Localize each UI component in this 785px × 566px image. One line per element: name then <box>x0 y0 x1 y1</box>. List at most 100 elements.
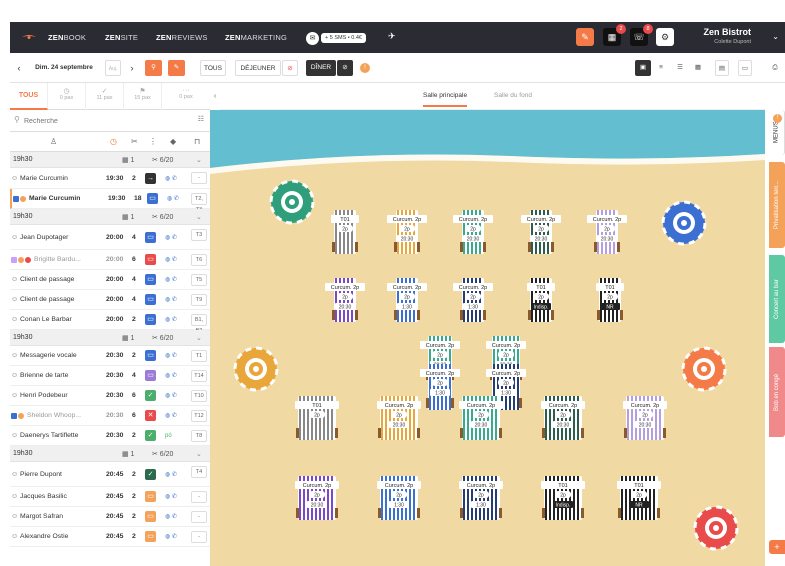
pin-icon[interactable]: ✈ <box>388 31 396 42</box>
add-event-button[interactable]: + <box>769 540 785 554</box>
tab-seated[interactable]: ⚑ 15 pax <box>124 83 162 110</box>
table-assignment[interactable]: T5 <box>191 274 207 286</box>
guest-name[interactable]: Alexandre Ostie <box>20 527 68 546</box>
next-day-button[interactable]: › <box>127 60 137 76</box>
clock-sort-icon[interactable]: ◷ <box>110 137 117 146</box>
table-row[interactable]: Sheldon Whoop... 20:30 6 ✕ ◍ ✆ T12 <box>10 406 210 426</box>
guest-name[interactable]: Brigitte Bardu... <box>34 250 81 269</box>
tab-salle-du-fond[interactable]: Salle du fond <box>494 92 532 99</box>
deckchair-10[interactable]: T01 2p NR <box>596 278 624 322</box>
table-assignment[interactable]: T14 <box>191 370 207 382</box>
table-row[interactable]: ☺ Jean Dupotager 20:00 4 ▭ ◍ ✆ T3 <box>10 225 210 250</box>
table-assignment[interactable]: T9 <box>191 294 207 306</box>
list-view-icon[interactable]: ☰ <box>673 60 687 76</box>
nav-zenmarketing[interactable]: ZENMARKETING <box>225 22 287 53</box>
calendar-view-icon[interactable]: ▦ <box>691 60 705 76</box>
guest-name[interactable]: Client de passage <box>20 290 74 309</box>
info-icon[interactable]: ! <box>360 63 370 73</box>
table-assignment[interactable]: T8 <box>191 430 207 442</box>
table-assignment[interactable]: - <box>191 531 207 543</box>
guest-name[interactable]: Henri Podebeur <box>20 386 68 405</box>
block-diner-icon[interactable]: ⊘ <box>337 60 353 76</box>
side-tab-4[interactable]: Bob en congé <box>769 347 785 437</box>
chevron-down-icon[interactable]: ⌄ <box>196 152 202 167</box>
nav-zensite[interactable]: ZENSITE <box>105 22 138 53</box>
chevron-down-icon[interactable]: ⌄ <box>196 446 202 461</box>
table-assignment[interactable]: T6 <box>191 254 207 266</box>
deckchair-21[interactable]: Curcum. 2p 2p 1:30 <box>377 476 421 520</box>
guest-name[interactable]: Daenerys Tartiflette <box>20 426 78 445</box>
chevron-down-icon[interactable]: ⌄ <box>772 32 779 41</box>
notes-icon[interactable]: ▤ <box>715 60 729 76</box>
service-group-header[interactable]: 19h30 ▦ 1 ✂ 6/20 ⌄ <box>10 209 210 225</box>
status-button[interactable]: ▭ <box>145 511 156 522</box>
table-icon[interactable]: ⊓ <box>194 137 200 146</box>
warning-icon[interactable]: ! <box>773 114 782 123</box>
table-assignment[interactable]: T1 <box>191 350 207 362</box>
guest-name[interactable]: Client de passage <box>20 270 74 289</box>
table-assignment[interactable]: B1, B2 <box>191 314 207 334</box>
deckchair-17[interactable]: Curcum. 2p 2p 20:30 <box>459 396 503 440</box>
guest-name[interactable]: Jean Dupotager <box>20 225 68 249</box>
table-row[interactable]: ☺ Client de passage 20:00 4 ▭ ◍ ✆ T9 <box>10 290 210 310</box>
nav-zenreviews[interactable]: ZENREVIEWS <box>156 22 208 53</box>
tab-pending[interactable]: ◷ 0 pax <box>48 83 86 110</box>
guest-name[interactable]: Sheldon Whoop... <box>27 406 81 425</box>
table-row[interactable]: ☺ Client de passage 20:00 4 ▭ ◍ ✆ T5 <box>10 270 210 290</box>
status-button[interactable]: ▭ <box>145 294 156 305</box>
deckchair-5[interactable]: Curcum. 2p 2p 20:30 <box>587 210 627 254</box>
deckchair-1[interactable]: T01 2p <box>331 210 359 254</box>
deckchair-16[interactable]: Curcum. 2p 2p 20:30 <box>377 396 421 440</box>
table-row[interactable]: ☺ Marie Curcumin 19:30 2 → ◍ ✆ - <box>10 168 210 189</box>
guest-name[interactable]: Margot Safran <box>20 507 63 526</box>
status-button[interactable]: ▭ <box>145 314 156 325</box>
status-button[interactable]: ✓ <box>145 430 156 441</box>
deckchair-6[interactable]: Curcum. 2p 2p 20:30 <box>325 278 365 322</box>
timeline-view-icon[interactable]: ≡ <box>654 60 668 76</box>
person-icon[interactable]: ♙ <box>50 137 57 146</box>
side-tab-2[interactable]: Privatisation terr... <box>769 162 785 248</box>
deckchair-9[interactable]: T01 2p Indisp. <box>527 278 555 322</box>
table-row[interactable]: ☺Conan Le Barbar 20:00 2 ▭ ◍ ✆ B1, B2 <box>10 310 210 334</box>
service-group-header[interactable]: 19h30 ▦ 1 ✂ 6/20 ⌄ <box>10 446 210 462</box>
deckchair-19[interactable]: Curcum. 2p 2p 20:30 <box>623 396 667 440</box>
filter-diner-button[interactable]: DÎNER <box>306 60 336 76</box>
table-row[interactable]: ☺ Alexandre Ostie 20:45 2 ▭ ◍ ✆ - <box>10 527 210 547</box>
guest-name[interactable]: Marie Curcumin <box>20 168 68 188</box>
deckchair-2[interactable]: Curcum. 2p 2p 20:30 <box>387 210 427 254</box>
covers-icon[interactable]: ✂ <box>131 137 138 146</box>
deckchair-15[interactable]: T01 2p <box>295 396 339 440</box>
status-button[interactable]: ▭ <box>145 274 156 285</box>
deckchair-7[interactable]: Curcum. 2p 2p 1:30 <box>387 278 427 322</box>
floor-plan-view-icon[interactable]: ▣ <box>635 60 651 76</box>
filter-settings-icon[interactable]: ☷ <box>198 115 204 123</box>
guest-name[interactable]: Marie Curcumin <box>29 189 80 208</box>
side-tab-3[interactable]: Concert au bar <box>769 255 785 343</box>
table-assignment[interactable]: T10 <box>191 390 207 402</box>
status-button[interactable]: ✓ <box>145 390 156 401</box>
table-assignment[interactable]: T3 <box>191 229 207 241</box>
collapse-sidebar-icon[interactable]: ‹ <box>210 83 220 110</box>
deckchair-13[interactable]: Curcum. 2p 2p 1:30 <box>420 364 460 410</box>
table-row[interactable]: Brigitte Bardu... 20:00 6 ▭ ◍ ✆ T6 <box>10 250 210 270</box>
guest-name[interactable]: Brienne de tarte <box>20 366 68 385</box>
more-icon[interactable]: ⋮ <box>149 137 157 146</box>
status-button[interactable]: ▭ <box>145 370 156 381</box>
status-button[interactable]: ✓ <box>145 468 156 480</box>
table-row[interactable]: ☺ Daenerys Tartiflette 20:30 2 ✓ pó T8 <box>10 426 210 446</box>
table-assignment[interactable]: - <box>191 172 207 184</box>
table-row[interactable]: ☺ Jacques Basilic 20:45 2 ▭ ◍ ✆ - <box>10 487 210 507</box>
table-row[interactable]: Marie Curcumin 19:30 18 ▭ ◍ ✆ T2, T3 <box>10 189 210 213</box>
nav-zenbook[interactable]: ZENBOOK <box>48 22 86 53</box>
phone-button[interactable]: ☏ 8 <box>630 24 653 46</box>
table-assignment[interactable]: - <box>191 511 207 523</box>
status-button[interactable]: ▭ <box>145 491 156 502</box>
status-button[interactable]: ▭ <box>145 350 156 361</box>
guest-name[interactable]: Conan Le Barbar <box>20 310 72 329</box>
table-row[interactable]: ☺ Messagerie vocale 20:30 2 ▭ ◍ ✆ T1 <box>10 346 210 366</box>
table-assignment[interactable]: T12 <box>191 410 207 422</box>
tab-tous[interactable]: TOUS <box>10 83 48 110</box>
table-row[interactable]: ☺ Brienne de tarte 20:30 4 ▭ ◍ ✆ T14 <box>10 366 210 386</box>
deckchair-24[interactable]: T01 2p NR <box>617 476 661 520</box>
block-dejeuner-icon[interactable]: ⊘ <box>282 60 298 76</box>
